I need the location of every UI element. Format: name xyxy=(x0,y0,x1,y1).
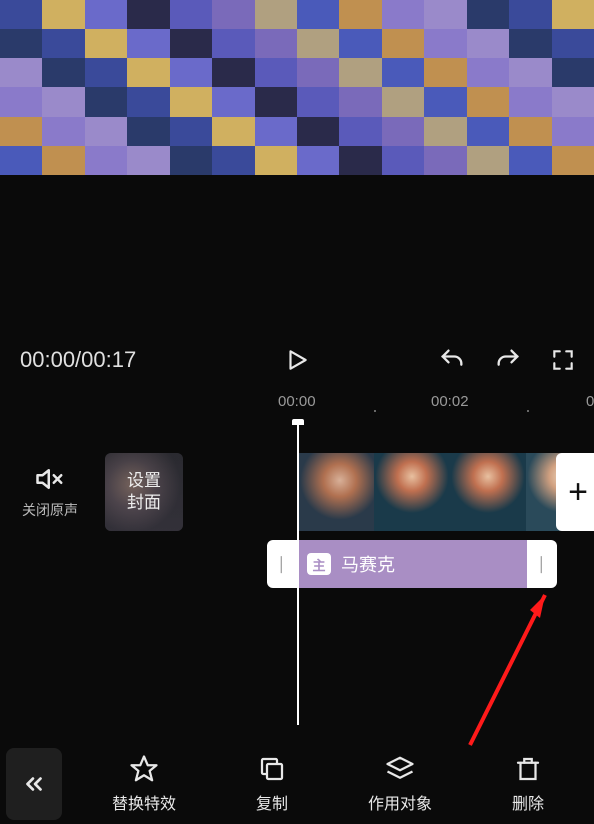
clip-thumbnail xyxy=(298,453,374,531)
apply-target-button[interactable]: 作用对象 xyxy=(368,754,432,814)
tool-label: 复制 xyxy=(256,790,288,814)
ruler-mark: 00:02 xyxy=(431,393,469,410)
ruler-dot: · xyxy=(372,400,378,421)
clip-handle-left[interactable]: │ xyxy=(267,540,297,588)
effect-clip-body[interactable]: 主 马赛克 xyxy=(297,540,527,588)
ruler-dot: · xyxy=(525,400,531,421)
mute-label: 关闭原声 xyxy=(0,500,100,520)
effect-name: 马赛克 xyxy=(341,551,395,577)
tool-label: 替换特效 xyxy=(112,790,176,814)
replace-effect-button[interactable]: 替换特效 xyxy=(112,754,176,814)
video-clip[interactable] xyxy=(298,453,594,531)
plus-icon: + xyxy=(568,473,588,512)
playhead[interactable] xyxy=(297,420,299,725)
annotation-arrow xyxy=(460,590,550,750)
redo-button[interactable] xyxy=(494,346,522,374)
preview-padding xyxy=(0,175,594,330)
copy-button[interactable]: 复制 xyxy=(256,754,288,814)
cover-line1: 设置 xyxy=(127,470,161,492)
clip-thumbnail xyxy=(450,453,526,531)
timeline-ruler[interactable]: 00:00 · 00:02 · 0 xyxy=(0,390,594,420)
bottom-toolbar: 替换特效 复制 作用对象 删除 xyxy=(0,744,594,824)
mute-original-audio[interactable]: 关闭原声 xyxy=(0,464,100,520)
tool-label: 删除 xyxy=(512,790,544,814)
clip-thumbnail xyxy=(374,453,450,531)
collapse-toolbar-button[interactable] xyxy=(6,748,62,820)
tool-label: 作用对象 xyxy=(368,790,432,814)
effect-scope-badge: 主 xyxy=(307,553,331,575)
timeline[interactable]: 关闭原声 设置 封面 + │ 主 马赛克 │ xyxy=(0,420,594,740)
ruler-mark: 0 xyxy=(586,393,594,410)
play-button[interactable] xyxy=(284,347,310,373)
fullscreen-button[interactable] xyxy=(550,347,576,373)
time-display: 00:00/00:17 xyxy=(20,347,136,373)
delete-button[interactable]: 删除 xyxy=(512,754,544,814)
clip-handle-right[interactable]: │ xyxy=(527,540,557,588)
add-clip-button[interactable]: + xyxy=(556,453,594,531)
player-controls: 00:00/00:17 xyxy=(0,330,594,390)
set-cover-button[interactable]: 设置 封面 xyxy=(105,453,183,531)
undo-button[interactable] xyxy=(438,346,466,374)
mosaic-overlay xyxy=(0,0,594,175)
cover-line2: 封面 xyxy=(127,492,161,514)
video-preview xyxy=(0,0,594,175)
ruler-mark: 00:00 xyxy=(278,393,316,410)
effect-clip[interactable]: │ 主 马赛克 │ xyxy=(267,540,557,588)
